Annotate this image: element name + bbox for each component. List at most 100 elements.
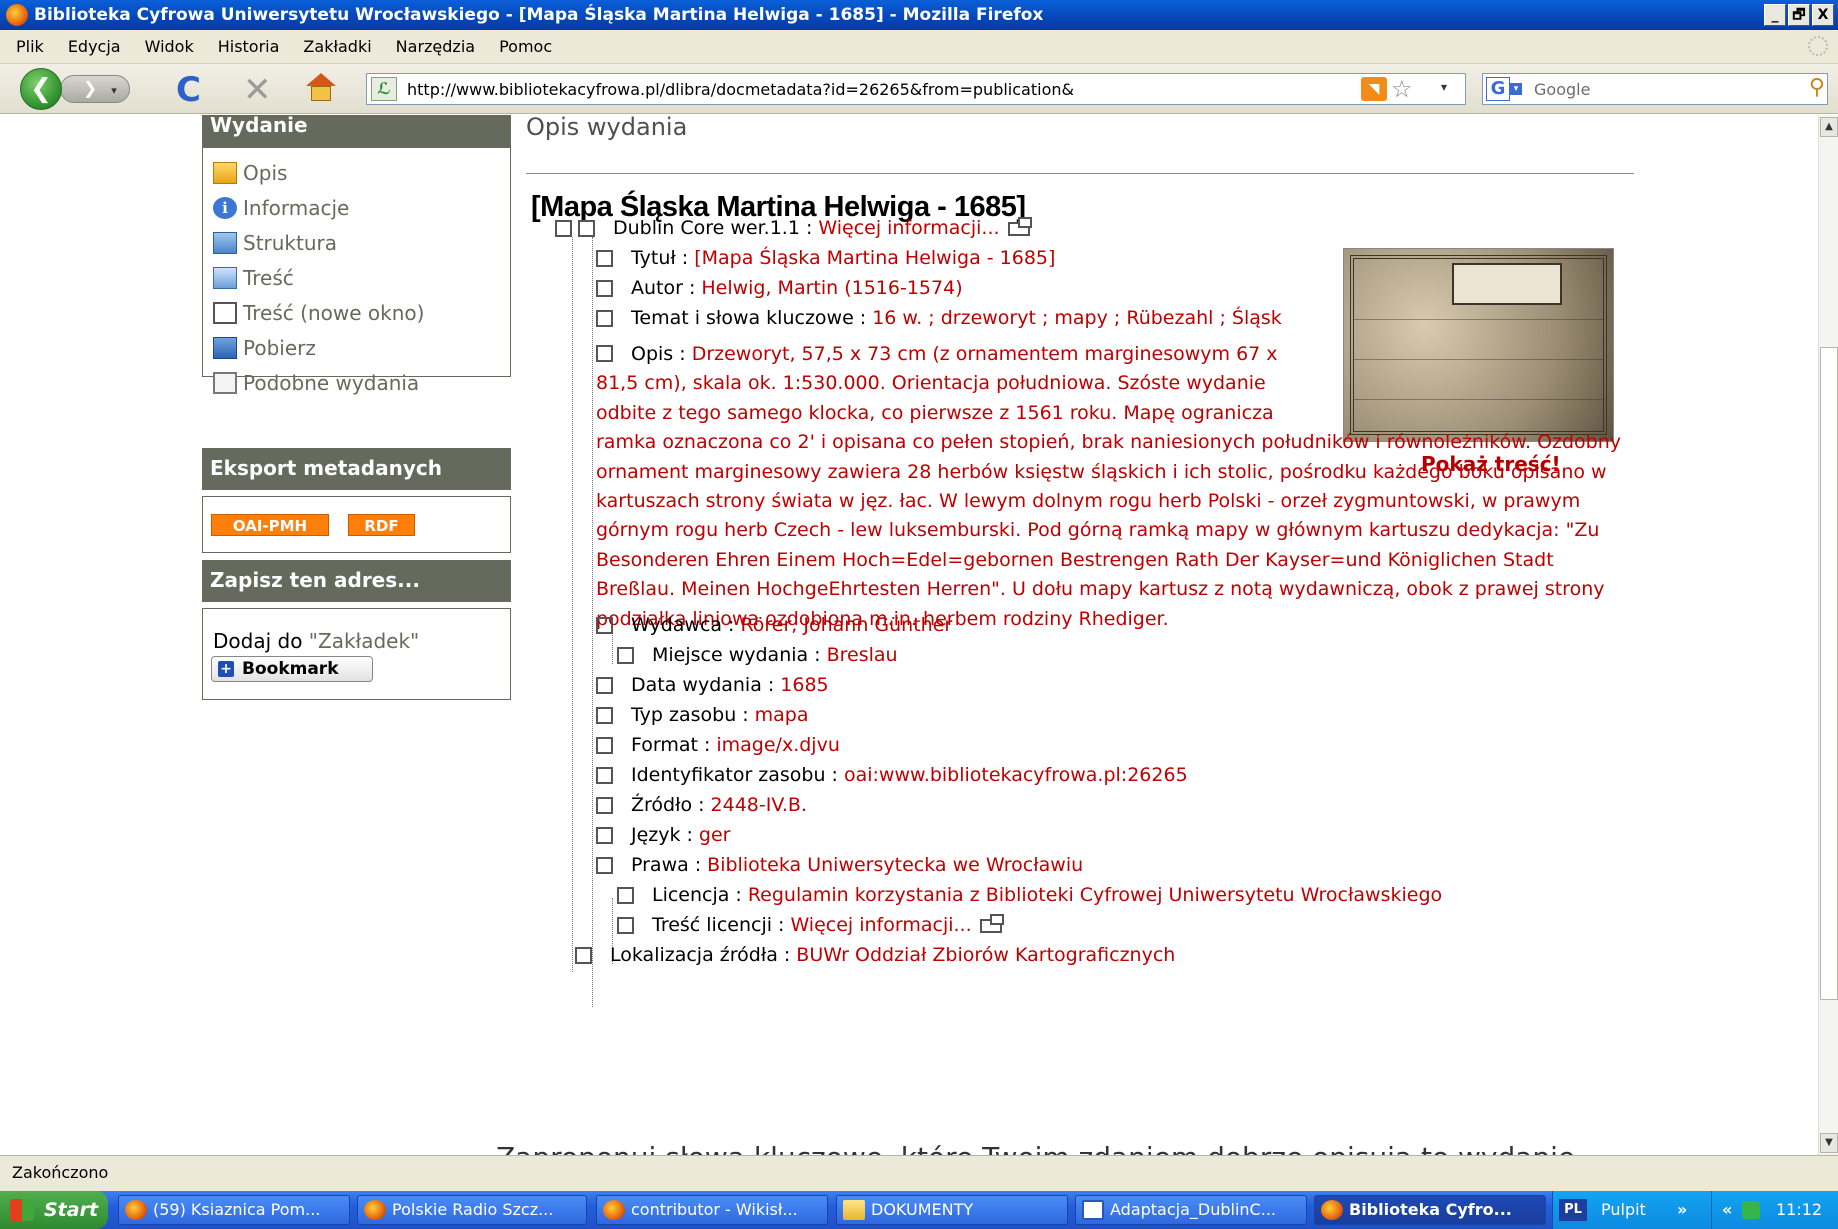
tree-node-box bbox=[596, 309, 613, 327]
menu-edycja[interactable]: Edycja bbox=[56, 37, 133, 56]
metadata-value[interactable]: oai:www.bibliotekacyfrowa.pl:26265 bbox=[844, 764, 1188, 786]
metadata-value[interactable]: BUWr Oddział Zbiorów Kartograficznych bbox=[796, 944, 1175, 966]
url-dropdown-icon[interactable]: ▾ bbox=[1441, 80, 1447, 94]
back-button[interactable]: ❮ bbox=[20, 68, 62, 110]
sidebar-link-pobierz[interactable]: Pobierz bbox=[203, 330, 510, 365]
home-button[interactable] bbox=[306, 73, 336, 103]
taskbar-item-active[interactable]: Biblioteka Cyfro... bbox=[1314, 1195, 1546, 1225]
metadata-value[interactable]: Więcej informacji... bbox=[790, 914, 971, 936]
metadata-value[interactable]: ger bbox=[699, 824, 731, 846]
search-icon[interactable]: ⚲ bbox=[1809, 75, 1825, 100]
oai-pmh-button[interactable]: OAI-PMH bbox=[211, 514, 329, 536]
external-window-icon[interactable] bbox=[979, 914, 1004, 933]
tree-expand-box[interactable] bbox=[555, 219, 572, 237]
taskbar-item[interactable]: Adaptacja_DublinC... bbox=[1075, 1195, 1307, 1225]
scroll-up-icon[interactable]: ▲ bbox=[1820, 117, 1838, 137]
sidebar-link-podobne-wydania[interactable]: Podobne wydania bbox=[203, 365, 510, 400]
search-input[interactable]: Google bbox=[1534, 80, 1590, 99]
metadata-value[interactable]: mapa bbox=[755, 704, 809, 726]
forward-button[interactable]: ❯ ▾ bbox=[60, 75, 130, 103]
firefox-icon bbox=[603, 1200, 625, 1220]
rdf-button[interactable]: RDF bbox=[348, 514, 415, 536]
metadata-label: Format bbox=[631, 734, 698, 756]
menu-plik[interactable]: Plik bbox=[4, 37, 56, 56]
desktop-toolbar-label[interactable]: Pulpit bbox=[1601, 1191, 1646, 1229]
metadata-label: Identyfikator zasobu bbox=[631, 764, 826, 786]
menu-zakladki[interactable]: Zakładki bbox=[291, 37, 383, 56]
scrollbar-thumb[interactable] bbox=[1820, 347, 1838, 1000]
metadata-label: Miejsce wydania bbox=[652, 644, 809, 666]
save-disk-icon bbox=[213, 336, 237, 359]
menu-widok[interactable]: Widok bbox=[133, 37, 206, 56]
sidebar-link-opis[interactable]: Opis bbox=[203, 155, 510, 190]
menu-pomoc[interactable]: Pomoc bbox=[487, 37, 564, 56]
taskbar-item[interactable]: (59) Ksiaznica Pom... bbox=[118, 1195, 350, 1225]
minimize-button[interactable]: _ bbox=[1764, 4, 1786, 26]
url-bar[interactable]: ℒ http://www.bibliotekacyfrowa.pl/dlibra… bbox=[366, 73, 1466, 105]
sidebar-header-save: Zapisz ten adres... bbox=[202, 560, 511, 602]
history-dropdown-icon[interactable]: ▾ bbox=[111, 84, 117, 97]
metadata-value[interactable]: [Mapa Śląska Martina Helwiga - 1685] bbox=[694, 247, 1055, 269]
metadata-row: Identyfikator zasobu: oai:www.biblioteka… bbox=[596, 762, 1188, 788]
metadata-value[interactable]: image/x.djvu bbox=[716, 734, 840, 756]
stop-button[interactable]: ✕ bbox=[243, 70, 272, 110]
tree-node-box bbox=[596, 249, 613, 267]
bookmark-button-label: Bookmark bbox=[242, 659, 339, 679]
taskbar-item[interactable]: Polskie Radio Szcz... bbox=[357, 1195, 587, 1225]
map-cartouche bbox=[1452, 263, 1562, 305]
external-window-icon[interactable] bbox=[1007, 217, 1032, 236]
bookmark-star-icon[interactable]: ☆ bbox=[1391, 75, 1413, 103]
vertical-scrollbar[interactable]: ▲ ▼ bbox=[1818, 115, 1838, 1155]
taskbar-item[interactable]: contributor - Wikisł... bbox=[596, 1195, 828, 1225]
metadata-row-nested: Treść licencji: Więcej informacji... bbox=[617, 912, 1004, 938]
page-icon bbox=[213, 161, 237, 184]
bookmark-button[interactable]: + Bookmark bbox=[211, 656, 373, 682]
window-controls: _ 🗗 X bbox=[1764, 4, 1834, 26]
more-info-link[interactable]: Więcej informacji... bbox=[818, 217, 999, 239]
sidebar-link-tresc-nowe-okno[interactable]: Treść (nowe okno) bbox=[203, 295, 510, 330]
taskbar-item[interactable]: DOKUMENTY bbox=[836, 1195, 1068, 1225]
metadata-row: Źródło: 2448-IV.B. bbox=[596, 792, 807, 818]
system-tray: PL Pulpit » « 11:12 bbox=[1552, 1191, 1838, 1229]
metadata-value[interactable]: Rörer, Johann Günther bbox=[740, 614, 952, 636]
search-bar[interactable]: G ▾ Google ⚲ bbox=[1482, 73, 1828, 105]
metadata-value[interactable]: Breslau bbox=[827, 644, 898, 666]
rss-feed-icon[interactable]: ◥ bbox=[1361, 77, 1387, 101]
metadata-value[interactable]: 16 w. ; drzeworyt ; mapy ; Rübezahl ; Śl… bbox=[872, 307, 1282, 329]
tree-node-box bbox=[596, 279, 613, 297]
tray-app-icon[interactable] bbox=[1742, 1201, 1760, 1219]
search-engine-selector[interactable]: G ▾ bbox=[1486, 76, 1526, 102]
sidebar-link-struktura[interactable]: Struktura bbox=[203, 225, 510, 260]
url-text[interactable]: http://www.bibliotekacyfrowa.pl/dlibra/d… bbox=[407, 80, 1074, 99]
taskbar-item-label: (59) Ksiaznica Pom... bbox=[153, 1200, 321, 1219]
metadata-label: Autor bbox=[631, 277, 683, 299]
metadata-value[interactable]: 1685 bbox=[780, 674, 828, 696]
metadata-row: Temat i słowa kluczowe: 16 w. ; drzewory… bbox=[596, 305, 1282, 331]
sidebar-link-informacje[interactable]: i Informacje bbox=[203, 190, 510, 225]
sidebar-link-label: Treść (nowe okno) bbox=[243, 300, 425, 325]
metadata-value[interactable]: Regulamin korzystania z Biblioteki Cyfro… bbox=[748, 884, 1442, 906]
home-icon bbox=[306, 73, 336, 86]
restore-button[interactable]: 🗗 bbox=[1788, 4, 1810, 26]
scroll-down-icon[interactable]: ▼ bbox=[1820, 1133, 1838, 1153]
tree-node-box bbox=[578, 219, 595, 237]
metadata-value[interactable]: Helwig, Martin (1516-1574) bbox=[701, 277, 962, 299]
metadata-value[interactable]: Biblioteka Uniwersytecka we Wrocławiu bbox=[707, 854, 1083, 876]
reload-button[interactable]: C bbox=[176, 70, 201, 110]
menu-historia[interactable]: Historia bbox=[206, 37, 292, 56]
language-indicator[interactable]: PL bbox=[1559, 1199, 1587, 1221]
bookmark-text: Dodaj do "Zakładek" bbox=[213, 629, 419, 653]
sidebar-link-tresc[interactable]: Treść bbox=[203, 260, 510, 295]
metadata-label: Źródło bbox=[631, 794, 693, 816]
menu-narzedzia[interactable]: Narzędzia bbox=[384, 37, 487, 56]
metadata-label: Prawa bbox=[631, 854, 689, 876]
new-window-icon bbox=[213, 301, 237, 324]
metadata-value[interactable]: 2448-IV.B. bbox=[711, 794, 807, 816]
info-icon: i bbox=[213, 196, 237, 219]
show-hidden-icons-icon[interactable]: « bbox=[1722, 1191, 1732, 1229]
site-favicon-icon: ℒ bbox=[371, 77, 397, 101]
chevron-icon[interactable]: » bbox=[1677, 1191, 1687, 1229]
close-button[interactable]: X bbox=[1812, 4, 1834, 26]
metadata-label: Data wydania bbox=[631, 674, 762, 696]
start-button[interactable]: Start bbox=[0, 1191, 108, 1229]
